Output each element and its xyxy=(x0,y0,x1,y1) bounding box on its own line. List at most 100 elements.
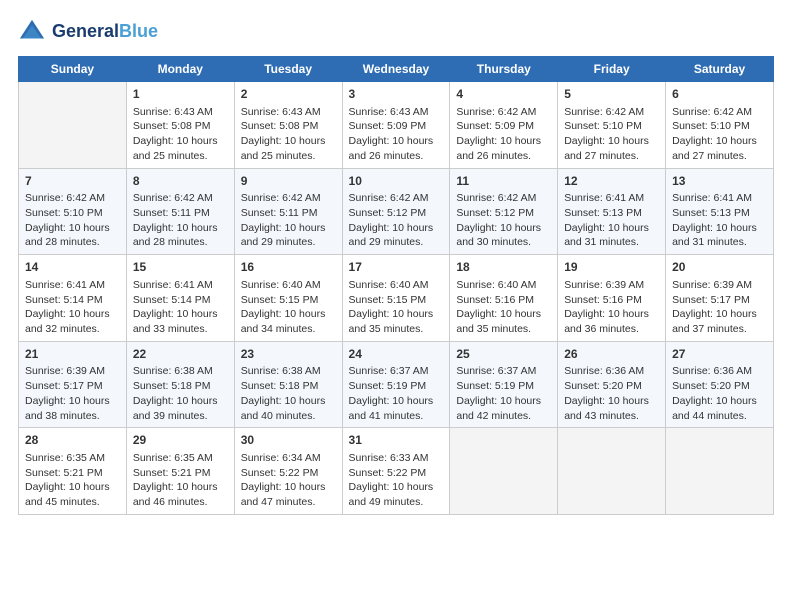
day-info: and 31 minutes. xyxy=(672,235,767,250)
day-info: and 26 minutes. xyxy=(349,149,444,164)
calendar-cell: 30Sunrise: 6:34 AMSunset: 5:22 PMDayligh… xyxy=(234,428,342,515)
day-info: Sunrise: 6:35 AM xyxy=(133,451,228,466)
day-number: 2 xyxy=(241,86,336,103)
day-number: 3 xyxy=(349,86,444,103)
day-info: and 30 minutes. xyxy=(456,235,551,250)
day-info: Sunset: 5:08 PM xyxy=(241,119,336,134)
day-info: and 49 minutes. xyxy=(349,495,444,510)
day-info: Sunrise: 6:35 AM xyxy=(25,451,120,466)
day-info: Sunset: 5:08 PM xyxy=(133,119,228,134)
day-number: 8 xyxy=(133,173,228,190)
day-info: Sunrise: 6:34 AM xyxy=(241,451,336,466)
day-info: and 39 minutes. xyxy=(133,409,228,424)
calendar-cell: 15Sunrise: 6:41 AMSunset: 5:14 PMDayligh… xyxy=(126,255,234,342)
day-info: Sunset: 5:19 PM xyxy=(349,379,444,394)
calendar-cell: 29Sunrise: 6:35 AMSunset: 5:21 PMDayligh… xyxy=(126,428,234,515)
day-info: Sunset: 5:18 PM xyxy=(133,379,228,394)
day-info: and 28 minutes. xyxy=(25,235,120,250)
day-info: Sunset: 5:11 PM xyxy=(133,206,228,221)
day-info: Sunset: 5:12 PM xyxy=(349,206,444,221)
week-row-4: 21Sunrise: 6:39 AMSunset: 5:17 PMDayligh… xyxy=(19,341,774,428)
day-info: Sunrise: 6:36 AM xyxy=(672,364,767,379)
day-info: Sunrise: 6:42 AM xyxy=(25,191,120,206)
day-info: Daylight: 10 hours xyxy=(241,134,336,149)
day-info: Sunrise: 6:39 AM xyxy=(25,364,120,379)
day-info: Sunset: 5:16 PM xyxy=(564,293,659,308)
day-info: Daylight: 10 hours xyxy=(241,394,336,409)
calendar-cell: 26Sunrise: 6:36 AMSunset: 5:20 PMDayligh… xyxy=(558,341,666,428)
day-number: 17 xyxy=(349,259,444,276)
day-number: 26 xyxy=(564,346,659,363)
day-number: 9 xyxy=(241,173,336,190)
calendar-cell: 25Sunrise: 6:37 AMSunset: 5:19 PMDayligh… xyxy=(450,341,558,428)
day-info: Sunrise: 6:37 AM xyxy=(456,364,551,379)
day-number: 30 xyxy=(241,432,336,449)
day-number: 24 xyxy=(349,346,444,363)
calendar-cell: 28Sunrise: 6:35 AMSunset: 5:21 PMDayligh… xyxy=(19,428,127,515)
calendar-cell: 7Sunrise: 6:42 AMSunset: 5:10 PMDaylight… xyxy=(19,168,127,255)
week-row-5: 28Sunrise: 6:35 AMSunset: 5:21 PMDayligh… xyxy=(19,428,774,515)
calendar-cell: 3Sunrise: 6:43 AMSunset: 5:09 PMDaylight… xyxy=(342,82,450,169)
calendar-cell: 17Sunrise: 6:40 AMSunset: 5:15 PMDayligh… xyxy=(342,255,450,342)
day-info: Daylight: 10 hours xyxy=(672,134,767,149)
day-info: Sunrise: 6:41 AM xyxy=(25,278,120,293)
day-info: Sunrise: 6:42 AM xyxy=(349,191,444,206)
day-info: Sunset: 5:10 PM xyxy=(672,119,767,134)
day-number: 18 xyxy=(456,259,551,276)
day-info: Sunset: 5:19 PM xyxy=(456,379,551,394)
day-info: Daylight: 10 hours xyxy=(456,134,551,149)
day-info: and 41 minutes. xyxy=(349,409,444,424)
day-info: Daylight: 10 hours xyxy=(672,221,767,236)
day-info: Daylight: 10 hours xyxy=(349,221,444,236)
day-info: Sunrise: 6:40 AM xyxy=(456,278,551,293)
day-number: 22 xyxy=(133,346,228,363)
day-info: Sunrise: 6:43 AM xyxy=(349,105,444,120)
day-info: Sunrise: 6:33 AM xyxy=(349,451,444,466)
calendar-cell xyxy=(666,428,774,515)
day-info: Daylight: 10 hours xyxy=(456,394,551,409)
day-info: Sunrise: 6:42 AM xyxy=(133,191,228,206)
calendar-cell: 27Sunrise: 6:36 AMSunset: 5:20 PMDayligh… xyxy=(666,341,774,428)
day-info: and 35 minutes. xyxy=(456,322,551,337)
day-info: Sunrise: 6:43 AM xyxy=(241,105,336,120)
day-info: Daylight: 10 hours xyxy=(133,394,228,409)
day-number: 19 xyxy=(564,259,659,276)
day-info: Sunset: 5:15 PM xyxy=(349,293,444,308)
day-info: Sunset: 5:13 PM xyxy=(564,206,659,221)
header-cell-tuesday: Tuesday xyxy=(234,57,342,82)
week-row-2: 7Sunrise: 6:42 AMSunset: 5:10 PMDaylight… xyxy=(19,168,774,255)
day-info: Sunset: 5:13 PM xyxy=(672,206,767,221)
calendar-cell: 14Sunrise: 6:41 AMSunset: 5:14 PMDayligh… xyxy=(19,255,127,342)
calendar-cell: 9Sunrise: 6:42 AMSunset: 5:11 PMDaylight… xyxy=(234,168,342,255)
day-info: Daylight: 10 hours xyxy=(456,307,551,322)
header-row: SundayMondayTuesdayWednesdayThursdayFrid… xyxy=(19,57,774,82)
day-info: and 40 minutes. xyxy=(241,409,336,424)
header-cell-wednesday: Wednesday xyxy=(342,57,450,82)
day-info: Sunset: 5:17 PM xyxy=(25,379,120,394)
day-number: 6 xyxy=(672,86,767,103)
day-info: Daylight: 10 hours xyxy=(133,134,228,149)
calendar-cell: 23Sunrise: 6:38 AMSunset: 5:18 PMDayligh… xyxy=(234,341,342,428)
header-cell-sunday: Sunday xyxy=(19,57,127,82)
day-info: and 26 minutes. xyxy=(456,149,551,164)
day-info: Daylight: 10 hours xyxy=(564,394,659,409)
logo: GeneralBlue xyxy=(18,18,158,46)
day-number: 4 xyxy=(456,86,551,103)
day-info: Sunset: 5:17 PM xyxy=(672,293,767,308)
day-info: Daylight: 10 hours xyxy=(241,307,336,322)
calendar-cell: 2 Sunrise: 6:43 AMSunset: 5:08 PMDaylight… xyxy=(234,82,342,169)
header: GeneralBlue xyxy=(18,18,774,46)
day-info: Daylight: 10 hours xyxy=(133,221,228,236)
calendar-cell: 13Sunrise: 6:41 AMSunset: 5:13 PMDayligh… xyxy=(666,168,774,255)
day-number: 29 xyxy=(133,432,228,449)
day-info: Sunset: 5:21 PM xyxy=(25,466,120,481)
day-number: 12 xyxy=(564,173,659,190)
day-number: 15 xyxy=(133,259,228,276)
day-number: 23 xyxy=(241,346,336,363)
day-info: and 43 minutes. xyxy=(564,409,659,424)
header-cell-friday: Friday xyxy=(558,57,666,82)
day-info: Daylight: 10 hours xyxy=(25,307,120,322)
day-info: Daylight: 10 hours xyxy=(564,221,659,236)
calendar-cell: 12Sunrise: 6:41 AMSunset: 5:13 PMDayligh… xyxy=(558,168,666,255)
day-info: and 44 minutes. xyxy=(672,409,767,424)
